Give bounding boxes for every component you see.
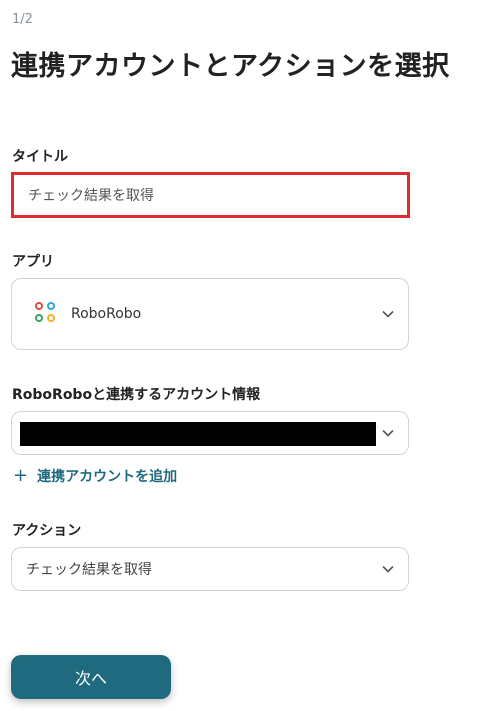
title-field-container — [11, 172, 410, 218]
action-select[interactable]: チェック結果を取得 — [11, 547, 409, 591]
app-select[interactable]: RoboRobo — [11, 278, 409, 350]
app-label: アプリ — [12, 254, 54, 270]
title-label: タイトル — [12, 149, 68, 165]
masked-account-value — [20, 422, 376, 446]
next-button[interactable]: 次へ — [11, 655, 171, 699]
step-indicator: 1/2 — [12, 12, 33, 27]
add-account-link[interactable]: + 連携アカウントを追加 — [13, 466, 177, 486]
app-selected-value: RoboRobo — [71, 306, 142, 322]
roborobo-logo-icon — [35, 302, 59, 326]
chevron-down-icon — [382, 565, 394, 573]
title-input[interactable] — [26, 186, 395, 204]
plus-icon: + — [13, 465, 29, 486]
chevron-down-icon — [382, 310, 394, 318]
account-select[interactable] — [11, 411, 409, 455]
action-label: アクション — [12, 523, 82, 539]
account-label: RoboRoboと連携するアカウント情報 — [12, 387, 261, 403]
action-selected-value: チェック結果を取得 — [26, 562, 152, 578]
page-title: 連携アカウントとアクションを選択 — [11, 51, 450, 82]
chevron-down-icon — [382, 429, 394, 437]
add-account-label: 連携アカウントを追加 — [37, 469, 178, 485]
